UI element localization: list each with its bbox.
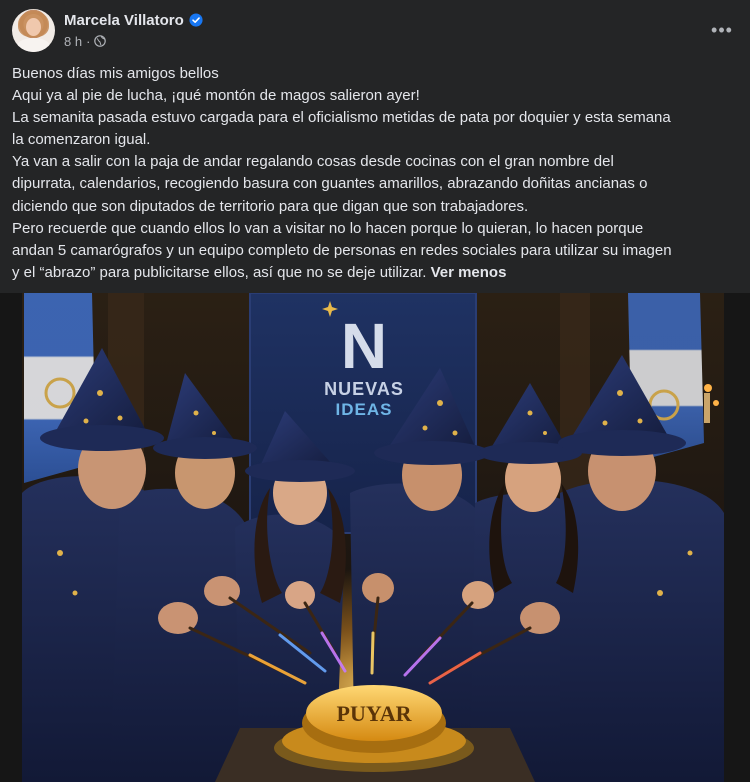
banner-line2: IDEAS [336,400,393,419]
post-line: Aqui ya al pie de lucha, ¡qué montón de … [12,87,420,105]
post-line: diciendo que son diputados de territorio… [12,197,529,215]
post-header: Marcela Villatoro 8 h · ••• [0,0,750,60]
post-line: Ya van a salir con la paja de andar rega… [12,153,614,171]
post-line: la comenzaron igual. [12,131,151,149]
facebook-post: Marcela Villatoro 8 h · ••• Buenos días … [0,0,750,782]
post-line: La semanita pasada estuvo cargada para e… [12,109,671,127]
more-options-button[interactable]: ••• [708,16,736,44]
banner-logo-letter: N [341,310,387,382]
see-less-link[interactable]: Ver menos [431,264,507,281]
banner-line1: NUEVAS [324,379,404,399]
post-line: dipurrata, calendarios, recogiendo basur… [12,175,648,193]
globe-icon [94,35,107,47]
verified-badge-icon [189,13,203,27]
post-image[interactable]: N NUEVAS IDEAS PUYAR [0,293,750,782]
post-last-text: y el “abrazo” para publicitarse ellos, a… [12,263,427,281]
author-name[interactable]: Marcela Villatoro [64,12,184,29]
post-line: andan 5 camarógrafos y un equipo complet… [12,241,672,259]
post-line: Buenos días mis amigos bellos [12,65,219,82]
post-text: Buenos días mis amigos bellos Aqui ya al… [12,63,738,284]
puyar-button-text: PUYAR [337,701,413,726]
meta-separator: · [86,33,91,49]
post-timestamp[interactable]: 8 h [64,34,82,49]
post-line: Pero recuerde que cuando ellos lo van a … [12,219,644,237]
post-line-last: y el “abrazo” para publicitarse ellos, a… [12,262,738,284]
author-avatar[interactable] [12,9,55,52]
